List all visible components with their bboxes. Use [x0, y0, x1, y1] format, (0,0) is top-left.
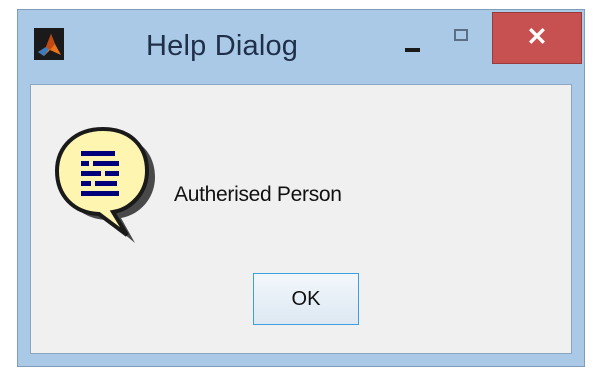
dialog-content: Autherised Person OK: [30, 84, 572, 354]
close-icon: ✕: [526, 23, 548, 51]
close-button[interactable]: ✕: [492, 12, 582, 64]
ok-button[interactable]: OK: [253, 273, 359, 325]
help-speech-bubble-icon: [51, 125, 161, 245]
maximize-button[interactable]: [442, 18, 482, 62]
dialog-message: Autherised Person: [174, 183, 342, 206]
matlab-logo-icon: [34, 28, 64, 60]
help-dialog-window: Help Dialog ✕ Autherised Person OK: [17, 9, 585, 367]
window-title: Help Dialog: [146, 30, 299, 62]
minimize-button[interactable]: [392, 18, 432, 62]
title-bar[interactable]: Help Dialog ✕: [18, 10, 584, 84]
